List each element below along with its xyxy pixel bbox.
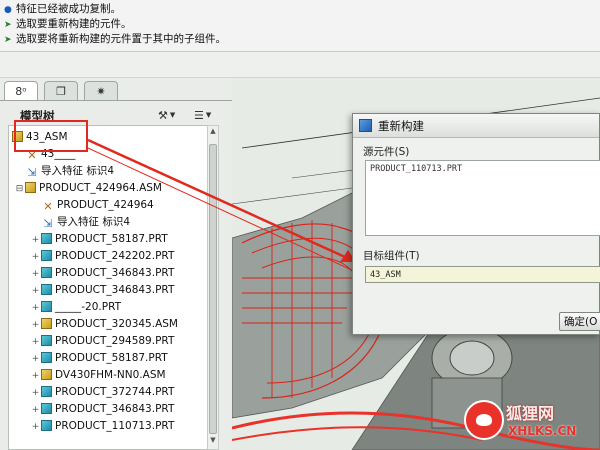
dialog-title: 重新构建 [378, 118, 424, 133]
tree-row[interactable]: + PRODUCT_242202.PRT [31, 248, 174, 264]
scroll-up-icon[interactable]: ▲ [208, 127, 218, 139]
tree-row[interactable]: + PRODUCT_58187.PRT [31, 231, 168, 247]
coordinate-feature-icon: ✕ [43, 200, 53, 213]
source-component-list[interactable]: PRODUCT_110713.PRT [365, 160, 600, 236]
message-line-1: ● 特征已经被成功复制。 [0, 2, 600, 17]
arrow-right-icon: ➤ [4, 35, 12, 45]
source-component-value[interactable]: PRODUCT_110713.PRT [370, 164, 462, 174]
expand-icon[interactable]: + [31, 419, 40, 435]
part-icon [41, 420, 52, 431]
arrow-right-icon: ➤ [4, 20, 12, 30]
expand-icon[interactable]: + [31, 317, 40, 333]
dialog-app-icon [359, 119, 372, 132]
tools-icon: ⚒ [158, 108, 168, 122]
part-icon [41, 403, 52, 414]
tree-row[interactable]: + PRODUCT_294589.PRT [31, 333, 174, 349]
part-icon [41, 352, 52, 363]
list-icon: ☰ [194, 108, 204, 122]
tree-scrollbar[interactable]: ▲ ▼ [207, 125, 219, 450]
tree-row[interactable]: ⇲ 导入特征 标识4 [41, 214, 130, 230]
tree-show-button[interactable]: ☰ ▼ [194, 107, 211, 123]
tree-row[interactable]: + _____-20.PRT [31, 299, 121, 315]
tree-row[interactable]: ⇲ 导入特征 标识4 [25, 163, 114, 179]
assembly-icon [41, 369, 52, 380]
watermark-url: XHLKS.CN [508, 424, 577, 438]
part-icon [41, 301, 52, 312]
message-line-2: ➤ 选取要重新构建的元件。 [0, 17, 600, 32]
assembly-icon [41, 318, 52, 329]
expand-icon[interactable]: + [31, 283, 40, 299]
part-icon [41, 233, 52, 244]
model-tree: 43_ASM ✕ 43____ ⇲ 导入特征 标识4 ⊟ PRODUCT_424964… [8, 125, 208, 450]
tree-row[interactable]: + PRODUCT_346843.PRT [31, 282, 174, 298]
tree-row[interactable]: + PRODUCT_346843.PRT [31, 265, 174, 281]
collapse-icon[interactable]: ⊟ [15, 181, 24, 197]
part-icon [41, 335, 52, 346]
tree-settings-button[interactable]: ⚒ ▼ [158, 107, 175, 123]
target-assembly-field[interactable]: 43_ASM [365, 266, 600, 283]
watermark: 狐狸网 XHLKS.CN [462, 396, 600, 450]
scroll-down-icon[interactable]: ▼ [208, 436, 218, 448]
import-feature-icon: ⇲ [27, 166, 37, 179]
import-feature-icon: ⇲ [43, 217, 53, 230]
tree-row[interactable]: ⊟ PRODUCT_424964.ASM [15, 180, 162, 196]
part-icon [41, 250, 52, 261]
folder-stack-icon: ❐ [56, 84, 66, 98]
restructure-dialog: 重新构建 源元件(S) PRODUCT_110713.PRT 目标组件(T) 4… [352, 113, 600, 335]
chevron-down-icon: ▼ [169, 111, 176, 119]
tree-row[interactable]: + PRODUCT_346843.PRT [31, 401, 174, 417]
expand-icon[interactable]: + [31, 232, 40, 248]
scrollbar-thumb[interactable] [209, 144, 217, 434]
source-component-label: 源元件(S) [363, 146, 410, 158]
tree-row[interactable]: + PRODUCT_372744.PRT [31, 384, 174, 400]
message-area: ● 特征已经被成功复制。 ➤ 选取要重新构建的元件。 ➤ 选取要将重新构建的元件置于其… [0, 0, 600, 52]
expand-icon[interactable]: + [31, 402, 40, 418]
tree-row[interactable]: + DV430FHM-NN0.ASM [31, 367, 166, 383]
watermark-text: 狐狸网 [506, 404, 555, 423]
chevron-down-icon: ▼ [205, 111, 212, 119]
star-icon: ✷ [96, 84, 106, 98]
tree-row[interactable]: + PRODUCT_320345.ASM [31, 316, 178, 332]
expand-icon[interactable]: + [31, 334, 40, 350]
expand-icon[interactable]: + [31, 266, 40, 282]
tab-divider [0, 100, 232, 101]
fox-logo-icon [464, 400, 504, 440]
message-line-3: ➤ 选取要将重新构建的元件置于其中的子组件。 [0, 32, 600, 47]
ok-button[interactable]: 确定(O [559, 312, 600, 331]
model-tree-icon: 8ᵒ [15, 85, 27, 98]
target-assembly-label: 目标组件(T) [363, 250, 420, 262]
info-icon: ● [4, 5, 12, 15]
part-icon [41, 284, 52, 295]
tree-row[interactable]: + PRODUCT_110713.PRT [31, 418, 174, 434]
tab-model-tree[interactable]: 8ᵒ [4, 81, 38, 101]
tree-row[interactable]: ✕ PRODUCT_424964 [41, 197, 153, 213]
highlight-box [14, 120, 88, 152]
part-icon [41, 267, 52, 278]
expand-icon[interactable]: + [31, 300, 40, 316]
tab-favorites[interactable]: ✷ [84, 81, 118, 100]
dialog-titlebar[interactable]: 重新构建 [353, 114, 599, 138]
part-icon [41, 386, 52, 397]
assembly-icon [25, 182, 36, 193]
expand-icon[interactable]: + [31, 368, 40, 384]
tab-folder-browser[interactable]: ❐ [44, 81, 78, 100]
tree-row[interactable]: + PRODUCT_58187.PRT [31, 350, 168, 366]
toolbar-strip [0, 52, 600, 78]
expand-icon[interactable]: + [31, 351, 40, 367]
expand-icon[interactable]: + [31, 385, 40, 401]
expand-icon[interactable]: + [31, 249, 40, 265]
